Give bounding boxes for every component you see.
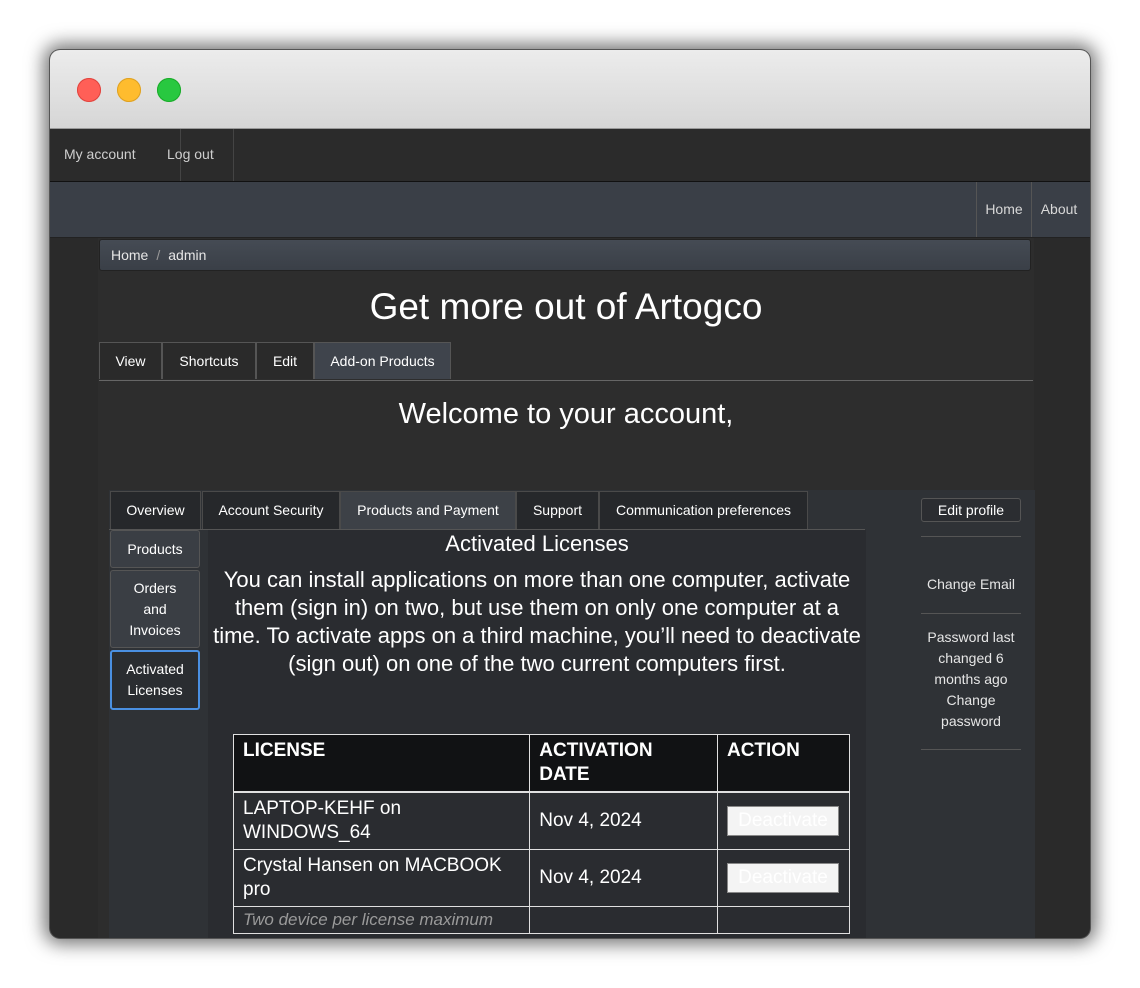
divider [921,613,1021,614]
top-bar: My account Log out [50,129,1090,182]
welcome-heading: Welcome to your account, [398,398,734,430]
nav-home-link[interactable]: Home [976,182,1031,237]
tab-view[interactable]: View [99,342,162,379]
licenses-section: Activated Licenses You can install appli… [208,530,866,938]
licenses-table: LICENSE ACTIVATION DATE ACTION LAPTOP-KE… [232,734,851,934]
tab-shortcuts[interactable]: Shortcuts [162,342,256,379]
main-content: Home / admin Get more out of Artogco View … [98,238,1035,938]
tab-add-on-products[interactable]: Add-on Products [314,342,451,379]
section-title: Activated Licenses [445,531,629,556]
tab-edit[interactable]: Edit [256,342,314,379]
license-cell: LAPTOP-KEHF on WINDOWS_64 [232,792,531,850]
deactivate-button[interactable]: Deactivate [726,863,839,893]
license-cell: Crystal Hansen on MACBOOK pro [232,849,531,907]
change-password-link[interactable]: Change password [921,690,1021,732]
side-menu-products[interactable]: Products [110,530,200,568]
main-navbar: Home About [50,182,1090,238]
password-status-text: Password last changed 6 months ago [927,629,1015,687]
side-menu-activated-licenses[interactable]: Activated Licenses [110,650,200,710]
profile-sidebar: Edit profile Change Email Password last … [921,490,1021,938]
browser-window: My account Log out Home About Home / admin… [50,50,1090,938]
license-limit-note: Two device per license maximum [232,906,531,934]
minimize-window-button[interactable] [117,78,141,102]
empty-cell [716,906,851,934]
account-tabs: Overview Account Security Products and P… [109,490,865,530]
window-titlebar [50,50,1090,129]
subtab-communication-preferences[interactable]: Communication preferences [599,491,808,529]
breadcrumb-home-link[interactable]: Home [111,247,148,263]
subtab-account-security[interactable]: Account Security [202,491,340,529]
deactivate-button[interactable]: Deactivate [726,806,839,836]
side-menu-orders-and-invoices[interactable]: Orders and Invoices [110,570,200,648]
action-cell: Deactivate [716,792,851,850]
divider [921,536,1021,537]
breadcrumb-separator: / [156,247,161,263]
maximize-window-button[interactable] [157,78,181,102]
breadcrumb: Home / admin [99,239,1031,271]
subtab-overview[interactable]: Overview [110,491,201,529]
primary-tabs: View Shortcuts Edit Add-on Products [99,342,1033,381]
page-title: Get more out of Artogco [369,286,763,327]
empty-cell [529,906,718,934]
subtab-support[interactable]: Support [516,491,599,529]
change-email-link[interactable]: Change Email [921,574,1021,595]
activation-date-cell: Nov 4, 2024 [529,792,718,850]
action-cell: Deactivate [716,849,851,907]
column-header-action: ACTION [716,734,851,792]
section-description: You can install applications on more tha… [213,567,861,676]
table-header-row: LICENSE ACTIVATION DATE ACTION [232,734,851,792]
nav-about-link[interactable]: About [1031,182,1086,237]
breadcrumb-current: admin [168,247,207,263]
column-header-activation-date: ACTIVATION DATE [529,734,718,792]
table-note-row: Two device per license maximum [232,906,851,934]
close-window-button[interactable] [77,78,101,102]
table-row: Crystal Hansen on MACBOOK pro Nov 4, 202… [232,849,851,907]
edit-profile-button[interactable]: Edit profile [921,498,1021,522]
column-header-license: LICENSE [232,734,531,792]
activation-date-cell: Nov 4, 2024 [529,849,718,907]
account-panel: Overview Account Security Products and P… [109,490,1035,938]
divider [921,749,1021,750]
table-row: LAPTOP-KEHF on WINDOWS_64 Nov 4, 2024 De… [232,792,851,850]
log-out-link[interactable]: Log out [153,129,234,181]
subtab-products-and-payment[interactable]: Products and Payment [340,491,516,529]
